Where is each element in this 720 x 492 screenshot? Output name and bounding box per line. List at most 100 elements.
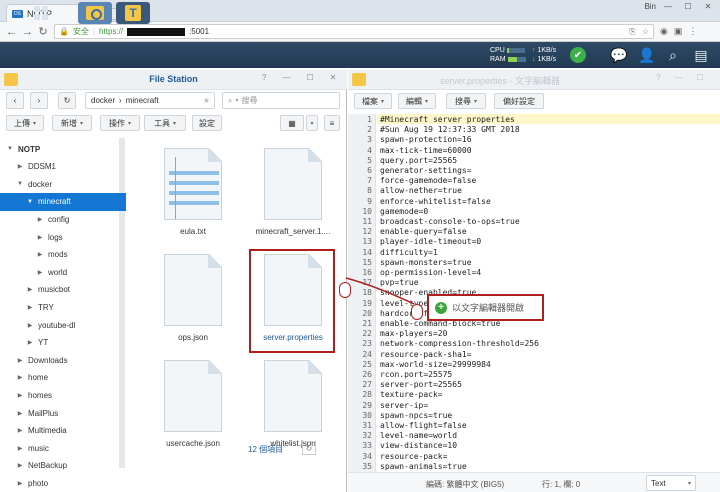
collapsed-arrow-icon[interactable]: ▶	[36, 251, 44, 258]
edit-menu-button[interactable]: 編輯 ▾	[398, 93, 436, 109]
view-mode-button[interactable]: ▦	[280, 115, 304, 131]
code-line[interactable]: enable-query=false	[380, 227, 467, 236]
collapsed-arrow-icon[interactable]: ▶	[26, 322, 34, 329]
new-button[interactable]: 新增 ▾	[52, 115, 92, 131]
file-item[interactable]: whitelist.json	[248, 360, 338, 448]
tree-item-config[interactable]: ▶ config	[0, 210, 126, 228]
tree-item-home[interactable]: ▶ home	[0, 369, 126, 387]
tree-item-mailplus[interactable]: ▶ MailPlus	[0, 404, 126, 422]
collapsed-arrow-icon[interactable]: ▶	[36, 234, 44, 241]
collapsed-arrow-icon[interactable]: ▶	[26, 286, 34, 293]
collapsed-arrow-icon[interactable]: ▶	[16, 480, 24, 487]
system-health-check-icon[interactable]: ✔	[570, 47, 586, 63]
code-line[interactable]: player-idle-timeout=0	[380, 237, 481, 246]
collapsed-arrow-icon[interactable]: ▶	[16, 374, 24, 381]
code-line[interactable]: spawn-protection=16	[380, 135, 472, 144]
minimize-icon[interactable]: —	[282, 73, 290, 82]
minimize-icon[interactable]: —	[674, 73, 682, 82]
tree-item-docker[interactable]: ▼ docker	[0, 175, 126, 193]
expanded-arrow-icon[interactable]: ▼	[16, 181, 24, 187]
tree-item-minecraft[interactable]: ▼ minecraft	[0, 192, 126, 211]
code-line[interactable]: gamemode=0	[380, 207, 428, 216]
tree-item-photo[interactable]: ▶ photo	[0, 474, 126, 492]
code-line[interactable]: max-players=20	[380, 329, 447, 338]
code-line[interactable]: force-gamemode=false	[380, 176, 476, 185]
tree-item-downloads[interactable]: ▶ Downloads	[0, 351, 126, 369]
tree-item-homes[interactable]: ▶ homes	[0, 386, 126, 404]
maximize-icon[interactable]: ☐	[306, 73, 313, 82]
code-line[interactable]: level-name=world	[380, 431, 457, 440]
code-line[interactable]: spawn-animals=true	[380, 462, 467, 471]
close-icon[interactable]: ✕	[330, 73, 337, 82]
search-menu-button[interactable]: 搜尋 ▾	[446, 93, 486, 109]
tree-item-netbackup[interactable]: ▶ NetBackup	[0, 457, 126, 475]
collapsed-arrow-icon[interactable]: ▶	[16, 357, 24, 364]
tree-item-yt[interactable]: ▶ YT	[0, 334, 126, 352]
code-line[interactable]: resource-pack-sha1=	[380, 350, 472, 359]
code-line[interactable]: spawn-npcs=true	[380, 411, 452, 420]
maximize-icon[interactable]: ☐	[680, 2, 696, 11]
minimize-icon[interactable]: —	[660, 2, 676, 11]
favorite-star-icon[interactable]: ★	[203, 96, 210, 105]
tree-item-logs[interactable]: ▶ logs	[0, 228, 126, 246]
code-line[interactable]: allow-nether=true	[380, 186, 462, 195]
help-icon[interactable]: ?	[262, 73, 266, 82]
code-line[interactable]: server-port=25565	[380, 380, 462, 389]
code-line[interactable]: difficulty=1	[380, 248, 438, 257]
user-icon[interactable]: 👤	[636, 44, 658, 66]
tree-item-musicbot[interactable]: ▶ musicbot	[0, 281, 126, 299]
path-bar[interactable]: docker › minecraft ★	[85, 92, 215, 109]
collapsed-arrow-icon[interactable]: ▶	[16, 445, 24, 452]
code-line[interactable]: resource-pack=	[380, 452, 447, 461]
collapsed-arrow-icon[interactable]: ▶	[16, 163, 24, 170]
tree-item-multimedia[interactable]: ▶ Multimedia	[0, 422, 126, 440]
collapsed-arrow-icon[interactable]: ▶	[36, 216, 44, 223]
close-window-icon[interactable]: ✕	[700, 2, 716, 11]
expanded-arrow-icon[interactable]: ▼	[6, 146, 14, 152]
code-line[interactable]: spawn-monsters=true	[380, 258, 472, 267]
code-line[interactable]: enforce-whitelist=false	[380, 197, 491, 206]
code-line[interactable]: network-compression-threshold=256	[380, 339, 539, 348]
collapsed-arrow-icon[interactable]: ▶	[16, 410, 24, 417]
code-line[interactable]: max-tick-time=60000	[380, 146, 472, 155]
path-leaf[interactable]: minecraft	[126, 96, 159, 105]
collapsed-arrow-icon[interactable]: ▶	[26, 304, 34, 311]
reload-icon[interactable]: ↻	[38, 25, 48, 38]
address-bar[interactable]: 🔒 安全 | https:// :5001 ⎘ ☆	[54, 24, 654, 39]
collapsed-arrow-icon[interactable]: ▶	[16, 427, 24, 434]
code-line[interactable]: broadcast-console-to-ops=true	[380, 217, 520, 226]
code-line[interactable]: query.port=25565	[380, 156, 457, 165]
view-mode-dropdown[interactable]: ▾	[306, 115, 318, 131]
syntax-mode-select[interactable]: Text ▾	[646, 475, 696, 491]
expanded-arrow-icon[interactable]: ▼	[26, 199, 34, 205]
help-icon[interactable]: ?	[656, 73, 660, 82]
tree-item-music[interactable]: ▶ music	[0, 439, 126, 457]
main-menu-button[interactable]	[24, 2, 58, 24]
back-button[interactable]: ‹	[6, 92, 24, 109]
bookmark-star-icon[interactable]: ☆	[642, 27, 649, 37]
file-item[interactable]: minecraft_server.1....	[248, 148, 338, 236]
resource-monitor[interactable]: CPU RAM	[490, 46, 526, 64]
code-line[interactable]: rcon.port=25575	[380, 370, 452, 379]
search-dropdown-icon[interactable]: ▾	[235, 97, 238, 104]
tree-item-notp[interactable]: ▼ NOTP	[0, 140, 126, 158]
tree-item-mods[interactable]: ▶ mods	[0, 246, 126, 264]
collapsed-arrow-icon[interactable]: ▶	[16, 462, 24, 469]
extension-icon[interactable]: ◉	[660, 26, 668, 37]
code-line[interactable]: allow-flight=false	[380, 421, 467, 430]
sort-button[interactable]: ≡	[324, 115, 340, 131]
collapsed-arrow-icon[interactable]: ▶	[36, 269, 44, 276]
upload-button[interactable]: 上傳 ▾	[6, 115, 44, 131]
code-line[interactable]: texture-pack=	[380, 390, 443, 399]
back-arrow-icon[interactable]: ←	[6, 26, 17, 38]
settings-button[interactable]: 設定	[192, 115, 222, 131]
collapsed-arrow-icon[interactable]: ▶	[16, 392, 24, 399]
file-item[interactable]: usercache.json	[148, 360, 238, 448]
collapsed-arrow-icon[interactable]: ▶	[26, 339, 34, 346]
code-line[interactable]: #Minecraft server properties	[380, 115, 515, 124]
extension2-icon[interactable]: ▣	[674, 26, 683, 37]
tree-item-youtube-dl[interactable]: ▶ youtube-dl	[0, 316, 126, 334]
taskbar-filestation-button[interactable]	[78, 2, 112, 24]
tree-item-try[interactable]: ▶ TRY	[0, 298, 126, 316]
taskbar-texteditor-button[interactable]: T	[116, 2, 150, 24]
